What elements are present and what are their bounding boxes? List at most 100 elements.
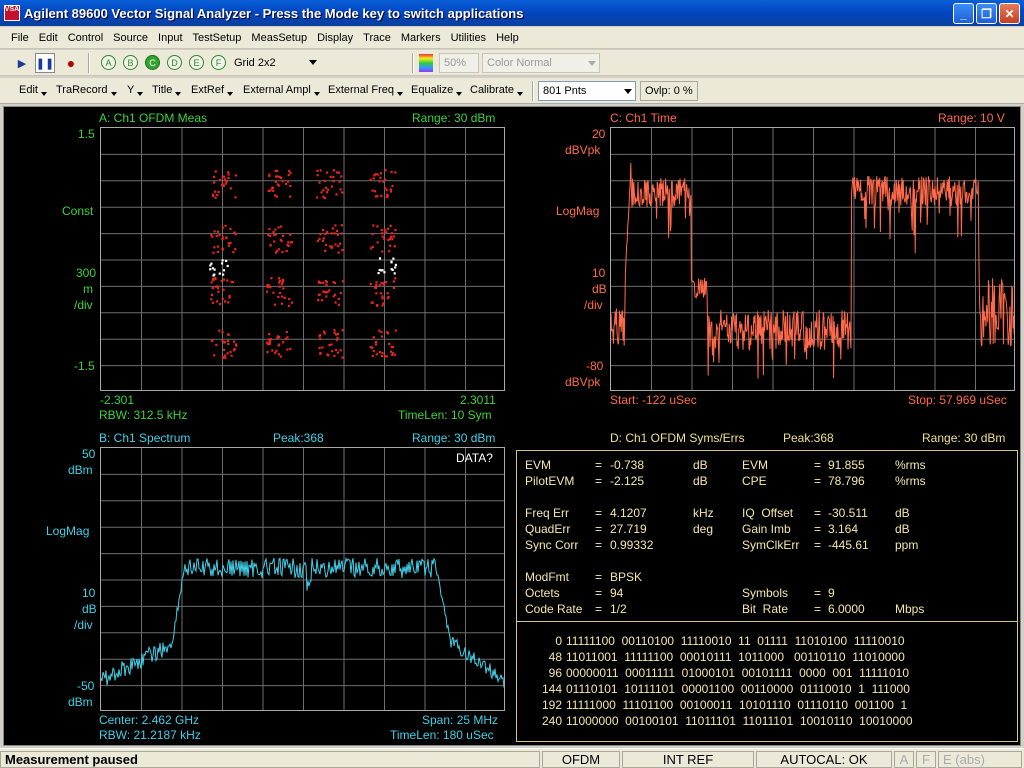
constellation-point	[285, 249, 288, 253]
metric-equals: =	[814, 538, 822, 552]
constellation-point	[282, 278, 285, 281]
trace-a-button[interactable]: A	[101, 55, 116, 70]
menu-trace[interactable]: Trace	[358, 32, 396, 44]
constellation-point	[339, 242, 342, 245]
panel-c-title[interactable]: C: Ch1 Time	[610, 111, 677, 125]
constellation-point	[275, 175, 278, 178]
constellation-point	[280, 225, 283, 228]
pause-icon[interactable]: ❚❚	[35, 53, 55, 73]
pilot-point	[210, 262, 213, 265]
record-icon[interactable]: ●	[61, 53, 81, 73]
panel-c-range[interactable]: Range: 10 V	[938, 111, 1005, 125]
menu-meassetup[interactable]: MeasSetup	[246, 32, 312, 44]
restore-button[interactable]: ❐	[976, 3, 997, 24]
constellation-point	[267, 284, 270, 287]
constellation-point	[221, 248, 225, 251]
constellation-point	[337, 297, 340, 301]
constellation-point	[388, 250, 391, 253]
constellation-point	[224, 300, 227, 303]
panel-a-rbw: RBW: 312.5 kHz	[99, 408, 188, 422]
constellation-point	[319, 351, 322, 355]
trace-b-button[interactable]: B	[123, 55, 138, 70]
panel-d-title[interactable]: D: Ch1 OFDM Syms/Errs	[610, 431, 745, 445]
constellation-point	[229, 227, 232, 230]
trace-d-button[interactable]: D	[167, 55, 182, 70]
menu-source[interactable]: Source	[108, 32, 153, 44]
symbol-bits: 11000000 00100101 11011101 11011101 1001…	[566, 714, 913, 728]
panel-b-span: Span: 25 MHz	[422, 713, 499, 727]
menu-display[interactable]: Display	[312, 32, 358, 44]
time-plot[interactable]	[610, 127, 1015, 391]
y-menu-button[interactable]: Y	[127, 84, 143, 96]
constellation-point	[325, 243, 328, 246]
constellation-point	[334, 301, 337, 304]
trarecord-menu-button[interactable]: TraRecord	[56, 84, 117, 96]
metric-value: BPSK	[610, 570, 643, 584]
constellation-point	[232, 349, 236, 352]
external-ampl-menu-button[interactable]: External Ampl	[243, 84, 320, 96]
close-button[interactable]: ✕	[999, 3, 1020, 24]
menu-edit[interactable]: Edit	[34, 32, 63, 44]
extref-menu-button[interactable]: ExtRef	[191, 84, 233, 96]
constellation-point	[332, 295, 335, 298]
constellation-point	[322, 237, 325, 240]
color-palette-icon[interactable]	[419, 54, 433, 72]
panel-b-y-format[interactable]: LogMag	[46, 524, 89, 538]
minimize-button[interactable]: _	[953, 3, 974, 24]
panel-a-title[interactable]: A: Ch1 OFDM Meas	[99, 111, 207, 125]
menu-file[interactable]: File	[6, 32, 34, 44]
play-icon[interactable]: ▶	[12, 53, 32, 73]
spectrum-plot[interactable]	[100, 447, 505, 711]
panel-a-range[interactable]: Range: 30 dBm	[412, 111, 495, 125]
panel-b-range[interactable]: Range: 30 dBm	[412, 431, 495, 445]
panel-b-title[interactable]: B: Ch1 Spectrum	[99, 431, 190, 445]
trace-f-button[interactable]: F	[211, 55, 226, 70]
metric-label: Sync Corr	[525, 538, 579, 552]
layout-select[interactable]: Grid 2x2	[230, 53, 320, 73]
constellation-point	[376, 173, 379, 176]
constellation-point	[274, 351, 277, 355]
metric-value: 9	[828, 586, 835, 600]
menu-utilities[interactable]: Utilities	[446, 32, 491, 44]
menu-help[interactable]: Help	[491, 32, 524, 44]
constellation-point	[333, 232, 336, 235]
constellation-plot[interactable]	[100, 127, 505, 391]
constellation-point	[281, 295, 284, 298]
constellation-point	[324, 279, 327, 283]
metric-label: Bit Rate	[742, 602, 789, 616]
external-freq-menu-button[interactable]: External Freq	[328, 84, 403, 96]
metric-value: 94	[610, 586, 624, 600]
constellation-point	[272, 230, 275, 233]
menu-control[interactable]: Control	[63, 32, 108, 44]
menu-input[interactable]: Input	[153, 32, 187, 44]
panel-c-y-format[interactable]: LogMag	[556, 204, 599, 218]
constellation-point	[277, 277, 281, 280]
calibrate-menu-button[interactable]: Calibrate	[470, 84, 523, 96]
equalize-menu-button[interactable]: Equalize	[411, 84, 462, 96]
constellation-point	[234, 196, 237, 199]
title-menu-button[interactable]: Title	[152, 84, 181, 96]
trace-e-button[interactable]: E	[189, 55, 204, 70]
trace-c-button[interactable]: C	[145, 55, 160, 70]
constellation-point	[378, 284, 381, 287]
constellation-point	[382, 180, 385, 183]
panel-d-range[interactable]: Range: 30 dBm	[922, 431, 1005, 445]
edit-menu-button[interactable]: Edit	[19, 84, 47, 96]
constellation-point	[340, 175, 343, 178]
constellation-point	[392, 280, 395, 283]
constellation-point	[212, 278, 215, 282]
constellation-point	[217, 245, 220, 248]
panel-a-y-format[interactable]: Const	[62, 204, 93, 218]
metric-unit: %rms	[895, 474, 926, 488]
menu-bar: File Edit Control Source Input TestSetup…	[0, 27, 1024, 49]
metric-label: EVM	[525, 458, 552, 472]
panel-a-x-right: 2.3011	[460, 393, 496, 407]
constellation-point	[323, 179, 326, 182]
menu-testsetup[interactable]: TestSetup	[188, 32, 247, 44]
constellation-point	[210, 298, 213, 301]
points-select[interactable]: 801 Pnts	[538, 81, 636, 101]
constellation-point	[334, 224, 337, 227]
constellation-point	[380, 281, 383, 285]
overlap-field: Ovlp: 0 %	[640, 81, 698, 101]
menu-markers[interactable]: Markers	[396, 32, 446, 44]
